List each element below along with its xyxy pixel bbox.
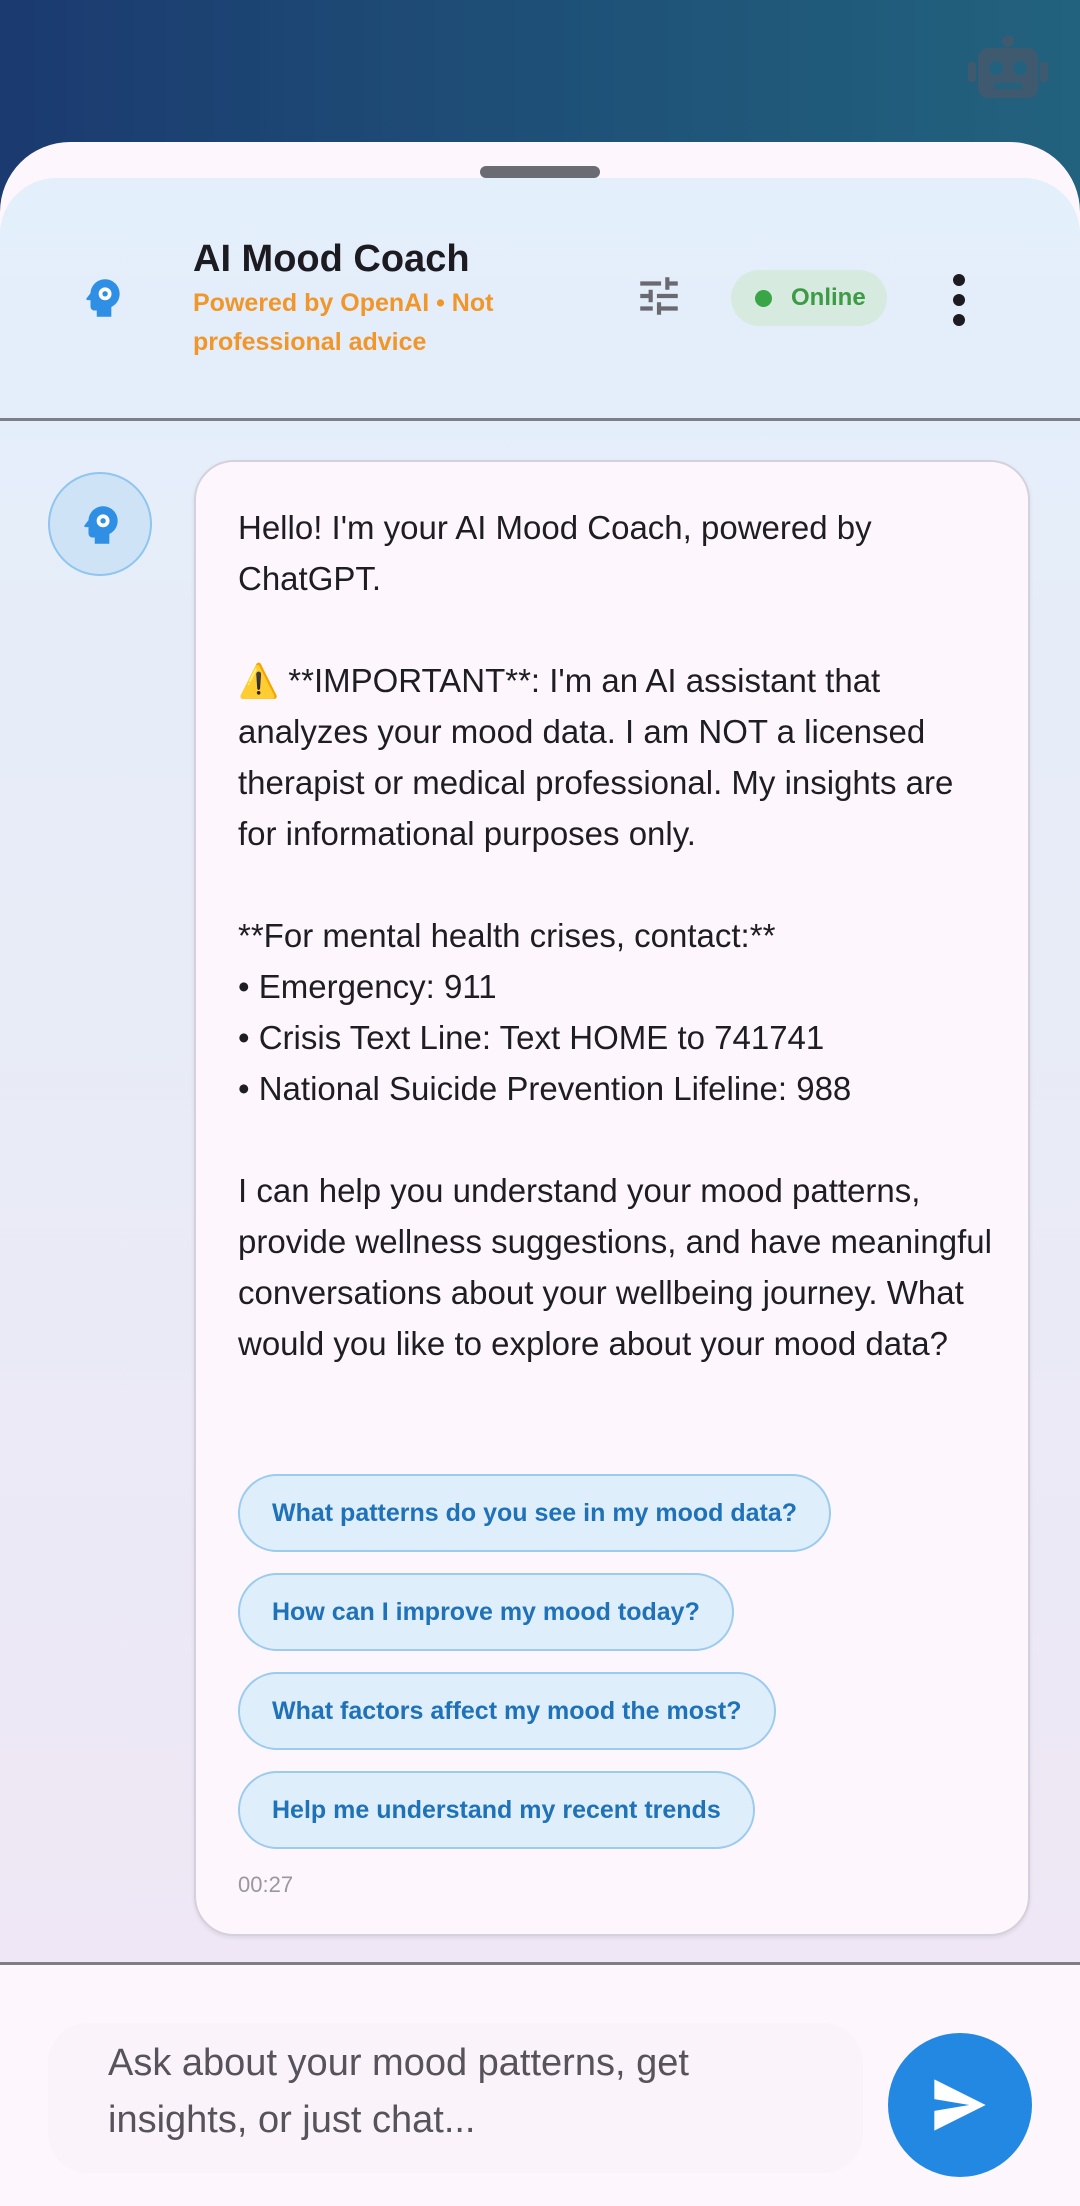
composer-bar: Ask about your mood patterns, get insigh… [0, 1962, 1080, 2206]
suggestion-chip[interactable]: Help me understand my recent trends [238, 1771, 755, 1849]
disclaimer-subtitle: Powered by OpenAI • Not professional adv… [193, 289, 494, 356]
psychology-icon [84, 506, 118, 544]
bottom-sheet: AI Mood Coach Powered by OpenAI • Not pr… [0, 142, 1080, 2206]
input-placeholder: Ask about your mood patterns, get insigh… [108, 2042, 689, 2141]
chat-title: AI Mood Coach [193, 238, 470, 280]
assistant-message-bubble: Hello! I'm your AI Mood Coach, powered b… [194, 460, 1030, 1936]
suggestion-chip[interactable]: What factors affect my mood the most? [238, 1672, 776, 1750]
send-button[interactable] [888, 2033, 1032, 2177]
psychology-icon [86, 279, 120, 317]
online-dot [755, 290, 772, 307]
chat-panel: AI Mood Coach Powered by OpenAI • Not pr… [0, 178, 1080, 1962]
message-input[interactable]: Ask about your mood patterns, get insigh… [48, 2023, 863, 2173]
message-timestamp: 00:27 [238, 1872, 294, 1897]
suggestion-chip[interactable]: What patterns do you see in my mood data… [238, 1474, 832, 1552]
suggestion-chip[interactable]: How can I improve my mood today? [238, 1573, 734, 1651]
status-badge: Online [731, 270, 887, 326]
send-icon [934, 2079, 986, 2131]
tune-icon[interactable] [634, 271, 684, 321]
status-label: Online [791, 284, 866, 311]
message-text: Hello! I'm your AI Mood Coach, powered b… [238, 509, 992, 1362]
assistant-avatar [48, 472, 152, 576]
drag-handle[interactable] [480, 166, 600, 178]
chat-header: AI Mood Coach Powered by OpenAI • Not pr… [0, 178, 1080, 421]
more-vert-icon[interactable] [944, 270, 974, 330]
robot-icon[interactable] [968, 36, 1048, 98]
